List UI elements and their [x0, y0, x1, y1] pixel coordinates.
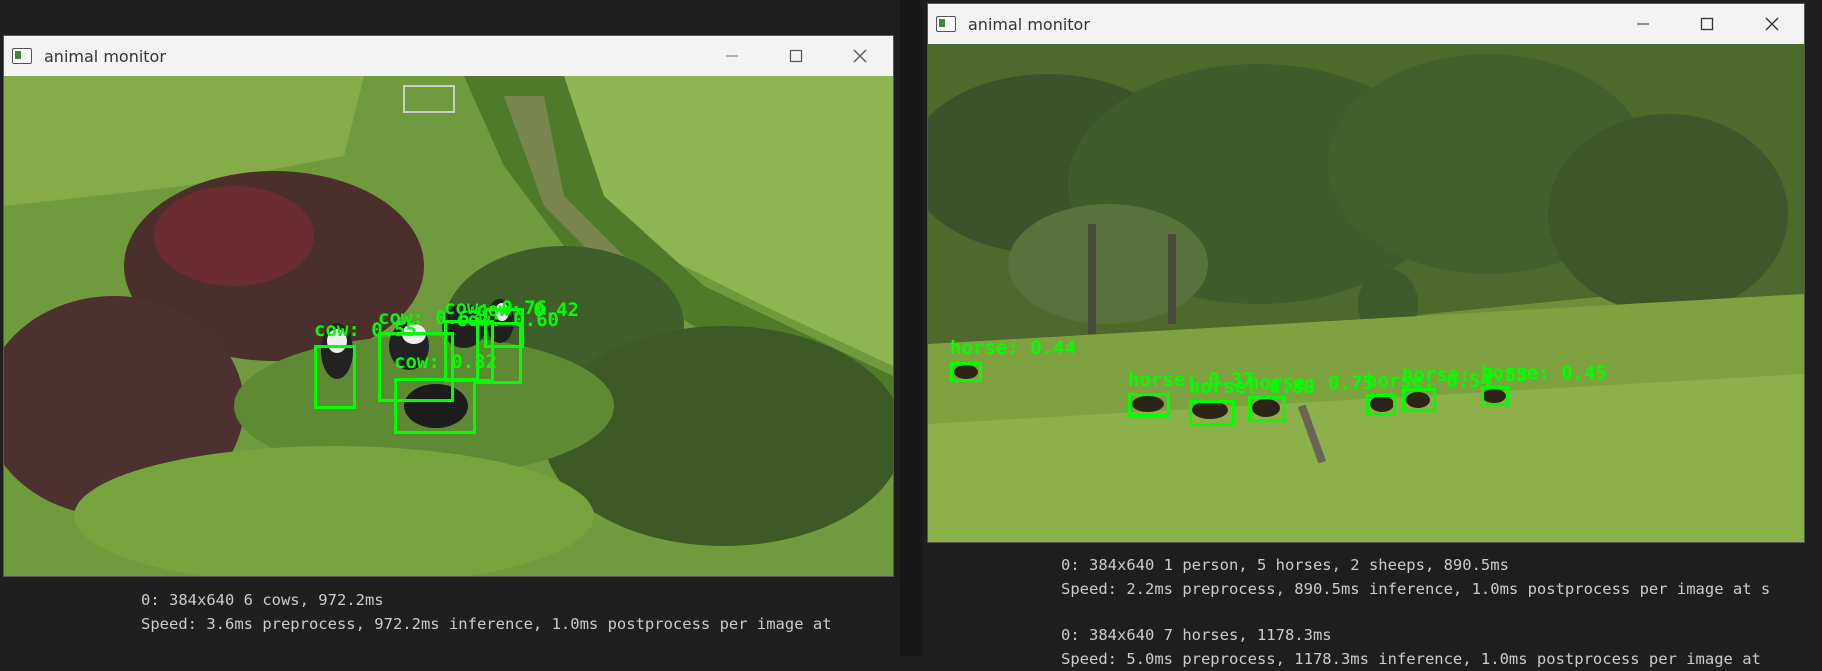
terminal-line: Speed: 2.2ms preprocess, 890.5ms inferen… — [1061, 580, 1771, 598]
horse-detection-box — [1366, 394, 1396, 416]
detection-label: cow: 0.60 — [456, 309, 559, 331]
detection-label: horse: 0.44 — [950, 337, 1076, 359]
minimize-icon — [726, 55, 738, 57]
right-monitor-window[interactable]: animal monitor horse: 0.44 horse: 0.37 h… — [928, 4, 1804, 542]
cow-detection-box — [314, 345, 356, 409]
left-monitor-window[interactable]: animal monitor cow: 0.55 cow: 0.63 cow: … — [4, 36, 893, 576]
horse-detection-box — [1189, 400, 1235, 426]
minimize-button[interactable] — [700, 36, 764, 76]
app-icon — [936, 16, 956, 32]
minimize-button[interactable] — [1611, 4, 1675, 44]
window-title: animal monitor — [968, 14, 1090, 34]
minimize-icon — [1637, 23, 1649, 25]
horse-detection-box — [1128, 393, 1170, 417]
detection-label: horse: 0.45 — [1481, 362, 1607, 384]
video-frame-horses: horse: 0.44 horse: 0.37 horse: 0.80 hors… — [928, 44, 1804, 542]
maximize-button[interactable] — [1675, 4, 1739, 44]
maximize-button[interactable] — [764, 36, 828, 76]
detection-label: horse: 0.75 — [1248, 372, 1374, 394]
horse-detection-box — [950, 362, 982, 382]
maximize-icon — [1700, 17, 1714, 31]
terminal-line: 0: 384x640 1 person, 5 horses, 2 sheeps,… — [1061, 556, 1509, 574]
terminal-line: 0: 384x640 6 cows, 972.2ms — [141, 591, 384, 609]
terminal-gutter — [900, 0, 922, 656]
terminal-line: Speed: 3.6ms preprocess, 972.2ms inferen… — [141, 615, 832, 633]
close-button[interactable] — [828, 36, 892, 76]
terminal-line: 0: 384x640 7 horses, 1178.3ms — [1061, 626, 1332, 644]
video-frame-cows: cow: 0.55 cow: 0.63 cow: 0.82 cow: 0.76 … — [4, 76, 893, 576]
window-titlebar[interactable]: animal monitor — [928, 4, 1804, 44]
close-button[interactable] — [1740, 4, 1804, 44]
horse-detection-box — [1248, 396, 1286, 422]
maximize-icon — [789, 49, 803, 63]
terminal-line: Speed: 5.0ms preprocess, 1178.3ms infere… — [1061, 650, 1761, 668]
window-title: animal monitor — [44, 46, 166, 66]
hillside-scene — [928, 44, 1804, 542]
cow-detection-box — [394, 378, 476, 434]
detection-label: cow: 0.82 — [394, 351, 497, 373]
app-icon — [12, 48, 32, 64]
window-titlebar[interactable]: animal monitor — [4, 36, 893, 76]
close-icon — [853, 49, 867, 63]
close-icon — [1765, 17, 1779, 31]
